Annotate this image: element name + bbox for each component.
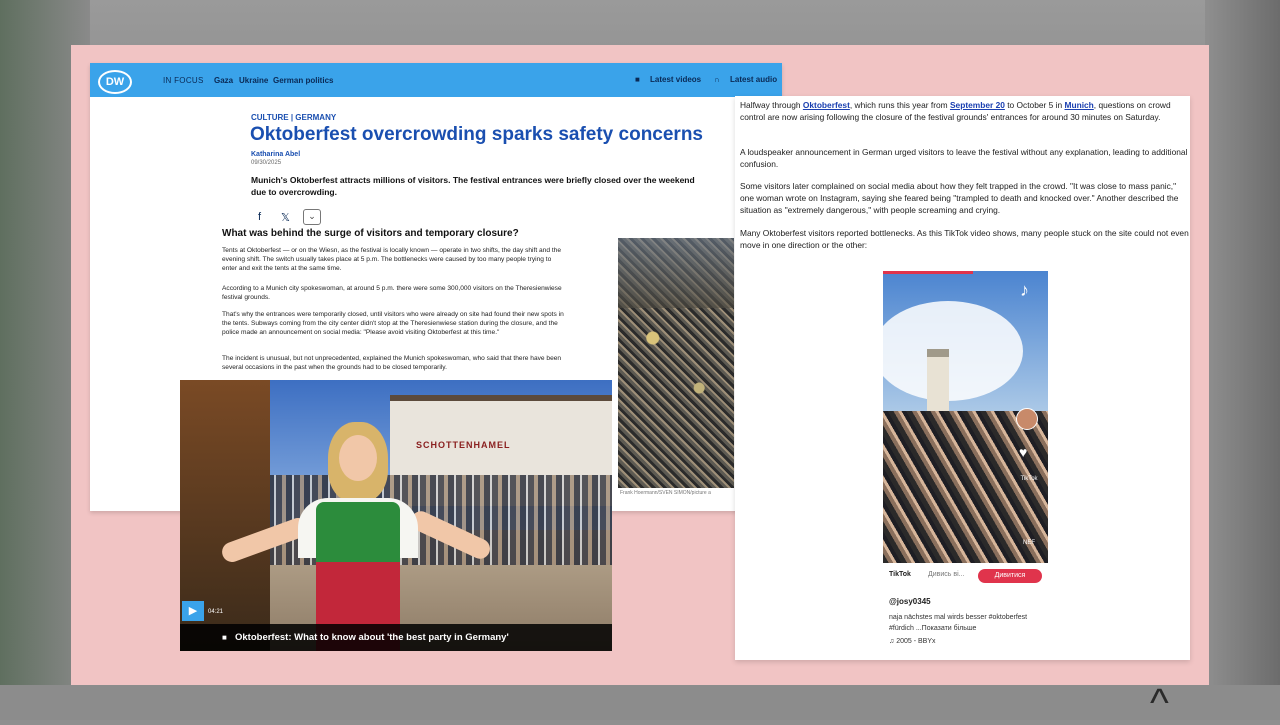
- tiktok-watch-button[interactable]: Дивитися: [978, 569, 1042, 583]
- tiktok-watch-text: Дивись ві...: [928, 571, 965, 578]
- article-paragraph-1: Tents at Oktoberfest — or on the Wiesn, …: [222, 247, 562, 272]
- article-paragraph-3: That's why the entrances were temporaril…: [222, 311, 564, 336]
- video-camera-icon: ■: [222, 633, 227, 642]
- heart-icon[interactable]: ♥: [1019, 444, 1027, 460]
- article-paragraph-4: The incident is unusual, but not unprece…: [222, 355, 562, 371]
- tiktok-side-label: TikTok: [1020, 476, 1038, 482]
- crowd-photo-sky: [618, 238, 734, 308]
- facebook-share-icon[interactable]: f: [258, 211, 261, 223]
- nav-link-gaza[interactable]: Gaza: [214, 76, 233, 85]
- video-duration: 04:21: [208, 609, 224, 615]
- tiktok-music[interactable]: ♫ 2005 - BBYx: [889, 638, 936, 645]
- article-author[interactable]: Katharina Abel: [251, 151, 300, 158]
- nav-in-focus: IN FOCUS: [163, 76, 204, 85]
- video-icon: ■: [635, 75, 640, 84]
- article-kicker[interactable]: CULTURE | GERMANY: [251, 113, 336, 122]
- right-paragraph-4: Many Oktoberfest visitors reported bottl…: [740, 228, 1189, 250]
- tiktok-username[interactable]: @josy0345: [889, 597, 931, 606]
- nav-link-ukraine[interactable]: Ukraine: [239, 76, 268, 85]
- tent-sign: SCHOTTENHAMEL: [416, 440, 511, 450]
- link-september-20[interactable]: September 20: [950, 100, 1005, 110]
- latest-audio-link[interactable]: Latest audio: [730, 75, 777, 84]
- nav-link-german-politics[interactable]: German politics: [273, 76, 333, 85]
- article-paragraph-2: According to a Munich city spokeswoman, …: [222, 285, 562, 301]
- tiktok-brand: TikTok: [889, 571, 911, 578]
- tiktok-progress-line: [883, 271, 973, 274]
- article-headline: Oktoberfest overcrowding sparks safety c…: [250, 124, 703, 145]
- share-more-chevron-icon[interactable]: ⌄: [303, 209, 321, 225]
- article-lead: Munich's Oktoberfest attracts millions o…: [251, 175, 695, 197]
- chevron-up-icon: ^: [1150, 681, 1169, 725]
- video-caption[interactable]: Oktoberfest: What to know about 'the bes…: [235, 632, 509, 643]
- link-munich[interactable]: Munich: [1064, 100, 1093, 110]
- x-share-icon[interactable]: 𝕏: [281, 211, 290, 224]
- article-date: 09/30/2025: [251, 160, 282, 166]
- right-paragraph-1: Halfway through Oktoberfest, which runs …: [740, 100, 1171, 122]
- bottom-strip: [0, 685, 1280, 720]
- video-player[interactable]: SCHOTTENHAMEL ▶ 04:21 ■ Oktoberfest: Wha…: [180, 380, 612, 651]
- tiktok-avatar[interactable]: [1016, 408, 1038, 430]
- photo-credit: Frank Hoermann/SVEN SIMON/picture a: [620, 490, 711, 496]
- link-oktoberfest[interactable]: Oktoberfest: [803, 100, 850, 110]
- right-paragraph-3: Some visitors later complained on social…: [740, 181, 1179, 215]
- latest-videos-link[interactable]: Latest videos: [650, 75, 701, 84]
- dw-logo[interactable]: DW: [98, 70, 132, 94]
- tiktok-description: naja nächstes mal wirds besser #oktoberf…: [889, 614, 1028, 632]
- right-paragraph-2: A loudspeaker announcement in German urg…: [740, 147, 1188, 169]
- background-right: [1205, 0, 1280, 720]
- headphones-icon: ∩: [714, 75, 720, 84]
- article-subheading: What was behind the surge of visitors an…: [222, 228, 519, 239]
- tiktok-side-label-2: NEF: [1023, 540, 1035, 546]
- dw-header-bar: DW IN FOCUS Gaza Ukraine German politics…: [90, 63, 782, 97]
- play-icon[interactable]: ▶: [182, 601, 204, 621]
- tiktok-logo-icon: ♪: [1020, 280, 1029, 300]
- presenter-face: [339, 435, 377, 481]
